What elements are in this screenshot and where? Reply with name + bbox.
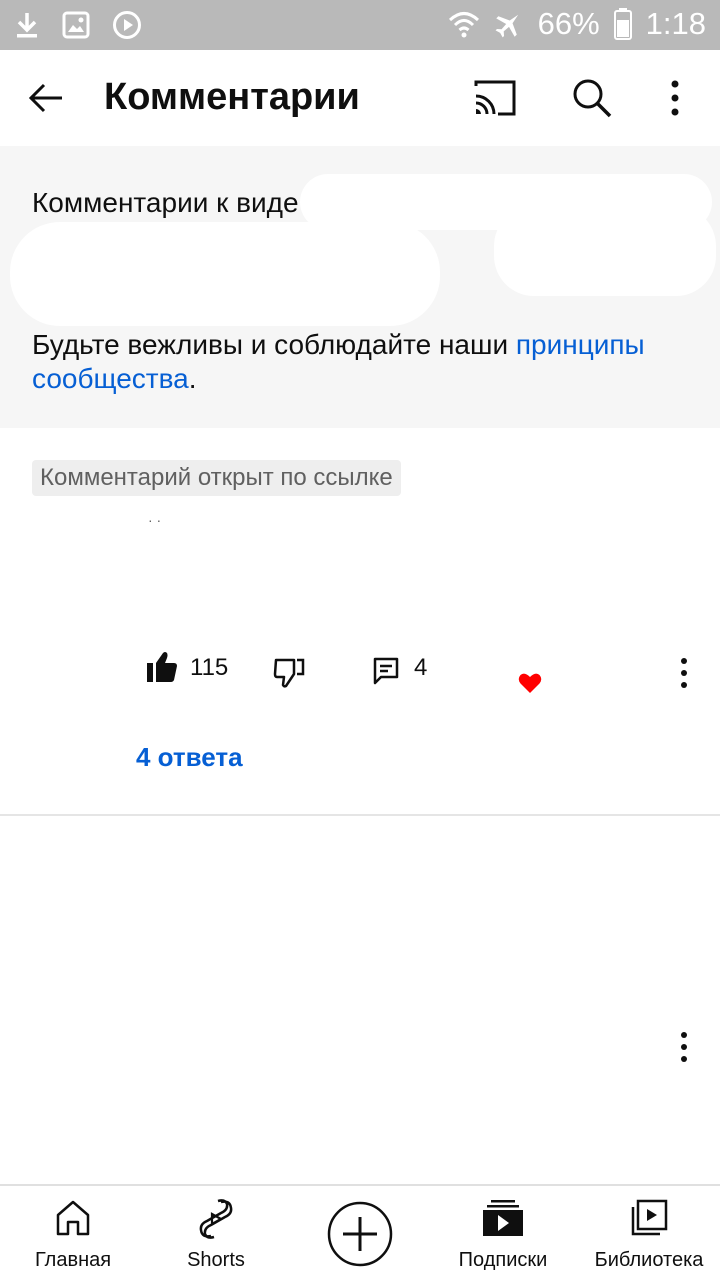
reply-button[interactable] — [372, 656, 400, 686]
page-title: Комментарии — [104, 76, 360, 118]
nav-shorts-label: Shorts — [187, 1249, 245, 1271]
play-circle-icon — [112, 10, 142, 40]
cast-button[interactable] — [470, 76, 520, 122]
nav-library[interactable]: Библиотека — [590, 1186, 708, 1280]
guidelines-text: Будьте вежливы и соблюдайте наши — [32, 329, 516, 360]
more-vertical-icon — [681, 658, 687, 688]
nav-home-label: Главная — [34, 1249, 112, 1271]
notification-icons — [14, 10, 142, 40]
view-replies-button[interactable]: 4 ответа — [136, 742, 243, 773]
nav-shorts[interactable]: Shorts — [166, 1186, 266, 1280]
create-button[interactable] — [326, 1200, 394, 1268]
reply-count: 4 — [414, 654, 428, 681]
nav-subscriptions[interactable]: Подписки — [450, 1186, 556, 1280]
system-icons: 66% 1:18 — [448, 6, 706, 42]
battery-icon — [613, 8, 632, 40]
search-button[interactable] — [568, 74, 616, 122]
linked-comment-badge: Комментарий открыт по ссылке — [32, 460, 401, 496]
comments-header-panel: Комментарии к виде Будьте вежливы и собл… — [0, 146, 720, 428]
airplane-mode-icon — [494, 9, 524, 39]
download-icon — [14, 11, 40, 39]
like-button[interactable] — [146, 650, 178, 684]
more-options-button[interactable] — [660, 74, 690, 122]
wifi-icon — [448, 9, 480, 39]
redaction-overlay — [494, 206, 716, 296]
app-bar: Комментарии — [0, 50, 720, 146]
back-button[interactable] — [24, 74, 72, 122]
dislike-button[interactable] — [272, 656, 306, 690]
creator-heart-icon — [518, 672, 542, 694]
more-vertical-icon — [671, 80, 679, 116]
library-icon — [631, 1199, 668, 1236]
comment-author: · · — [148, 512, 162, 528]
plus-circle-icon — [327, 1201, 393, 1267]
more-vertical-icon — [681, 1032, 687, 1062]
thumb-down-icon — [273, 658, 305, 688]
guidelines-end: . — [188, 363, 197, 394]
arrow-left-icon — [28, 83, 62, 113]
clock: 1:18 — [645, 6, 706, 41]
home-icon — [56, 1200, 90, 1236]
redaction-overlay — [10, 222, 440, 326]
comment-reply-icon — [373, 657, 399, 685]
comment-more-button[interactable] — [672, 1030, 696, 1064]
like-count: 115 — [190, 654, 229, 681]
nav-home[interactable]: Главная — [20, 1186, 126, 1280]
shorts-icon — [199, 1199, 233, 1239]
comment-thread: Комментарий открыт по ссылке · · 115 4 4… — [0, 428, 720, 816]
comment-action-bar: 115 4 — [0, 650, 720, 698]
subscriptions-icon — [483, 1200, 523, 1236]
status-bar: 66% 1:18 — [0, 0, 720, 50]
search-icon — [573, 79, 612, 118]
nav-subscriptions-label: Подписки — [458, 1249, 548, 1271]
comment-more-button[interactable] — [672, 656, 696, 690]
cast-icon — [474, 80, 516, 116]
nav-library-label: Библиотека — [594, 1249, 704, 1271]
community-guidelines-notice: Будьте вежливы и соблюдайте наши принцип… — [32, 328, 692, 396]
gallery-icon — [62, 11, 90, 39]
battery-percent: 66% — [537, 6, 600, 41]
thumb-up-filled-icon — [147, 652, 177, 682]
bottom-navigation: Главная Shorts Подписки Библиотека — [0, 1184, 720, 1280]
